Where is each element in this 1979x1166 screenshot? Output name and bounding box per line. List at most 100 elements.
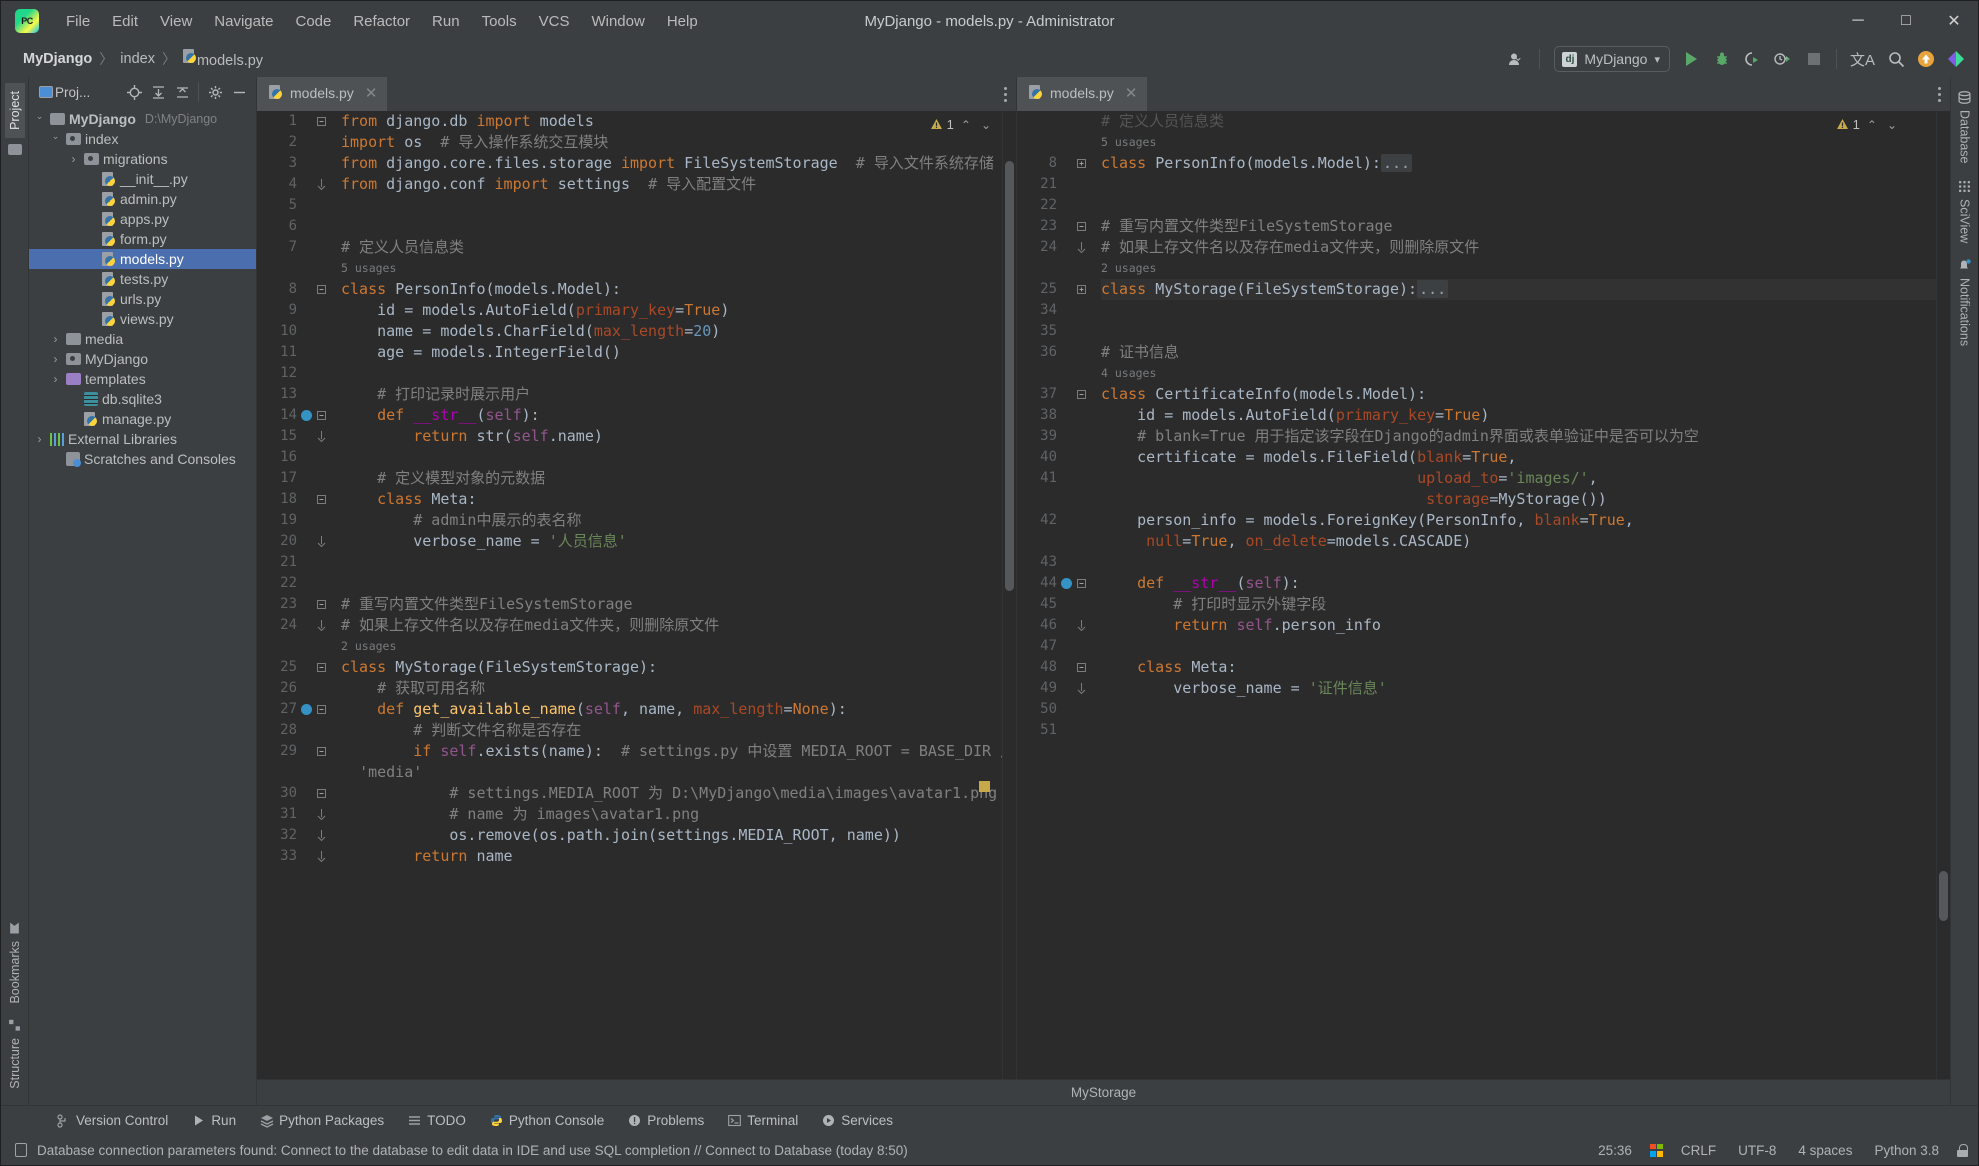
fold-marker-icon[interactable]: [316, 411, 327, 420]
fold-marker-icon[interactable]: [316, 431, 327, 442]
fold-marker-icon[interactable]: [316, 789, 327, 798]
menu-navigate[interactable]: Navigate: [203, 9, 284, 34]
tree-toggle-open-icon[interactable]: [33, 114, 46, 125]
scrollbar-thumb-right[interactable]: [1939, 871, 1948, 921]
fold-marker-icon[interactable]: [316, 536, 327, 547]
tool-window-terminal[interactable]: Terminal: [716, 1110, 810, 1131]
status-message[interactable]: Database connection parameters found: Co…: [37, 1143, 908, 1158]
breakpoint-icon[interactable]: [1061, 578, 1072, 589]
line-number[interactable]: 16: [257, 447, 335, 468]
line-number[interactable]: 19: [257, 510, 335, 531]
line-number[interactable]: 28: [257, 720, 335, 741]
tool-window-version-control[interactable]: Version Control: [45, 1110, 180, 1131]
hide-panel-icon[interactable]: [228, 81, 250, 103]
line-number[interactable]: 51: [1017, 720, 1095, 741]
line-number[interactable]: 21: [257, 552, 335, 573]
close-tab-icon[interactable]: ✕: [365, 84, 378, 102]
line-number[interactable]: 20: [257, 531, 335, 552]
menu-tools[interactable]: Tools: [471, 9, 528, 34]
fold-marker-icon[interactable]: [1076, 159, 1087, 168]
menu-view[interactable]: View: [149, 9, 203, 34]
line-number[interactable]: 8: [257, 279, 335, 300]
line-number[interactable]: 18: [257, 489, 335, 510]
code-viewport-right[interactable]: 8 21 22 23 24 25 34 35 36 37 38 39 40 41 42 43 44 45 46 47 4…: [1017, 111, 1950, 1079]
stop-button[interactable]: [1800, 45, 1828, 73]
line-number[interactable]: 33: [257, 846, 335, 867]
rail-tab-notifications[interactable]: Notifications: [1955, 251, 1975, 354]
usages-gutter-row[interactable]: [1017, 363, 1095, 384]
rail-tab-sciview[interactable]: SciView: [1955, 172, 1975, 251]
fold-marker-icon[interactable]: [1076, 242, 1087, 253]
usages-gutter-row[interactable]: [1017, 132, 1095, 153]
prev-problem-icon[interactable]: ⌃: [1864, 118, 1880, 132]
tree-item-views-py[interactable]: views.py: [29, 309, 256, 329]
line-number-gutter-left[interactable]: 1 2 3 4 5 6 7 8 9 10 11 12 13 14 15 16 17 18 19 20 21 22 23 24 2…: [257, 111, 335, 1079]
fold-marker-icon[interactable]: [1076, 285, 1087, 294]
fold-marker-icon[interactable]: [316, 705, 327, 714]
fold-marker-icon[interactable]: [316, 495, 327, 504]
fold-marker-icon[interactable]: [316, 851, 327, 862]
tree-toggle-open-icon[interactable]: [49, 134, 62, 145]
tree-item--init-py[interactable]: __init__.py: [29, 169, 256, 189]
indent-setting[interactable]: 4 spaces: [1794, 1141, 1856, 1160]
line-number[interactable]: 31: [257, 804, 335, 825]
code-content-left[interactable]: from django.db import models import os # …: [335, 111, 1016, 1079]
code-content-right[interactable]: # 定义人员信息类 5 usages class PersonInfo(models…: [1095, 111, 1950, 1079]
inspection-strip-right[interactable]: [1936, 111, 1950, 1079]
tree-item-index[interactable]: index: [29, 129, 256, 149]
fold-marker-icon[interactable]: [1076, 663, 1087, 672]
editor-tab-models-right[interactable]: models.py ✕: [1017, 77, 1148, 111]
line-number[interactable]: [1017, 489, 1095, 510]
line-separator[interactable]: CRLF: [1677, 1141, 1720, 1160]
collapse-all-icon[interactable]: [171, 81, 193, 103]
rail-tab-project[interactable]: Project: [4, 83, 25, 138]
line-number[interactable]: 2: [257, 132, 335, 153]
user-profile-icon[interactable]: [1503, 45, 1531, 73]
update-icon[interactable]: [1912, 45, 1940, 73]
line-number[interactable]: 24: [257, 615, 335, 636]
tree-toggle-closed-icon[interactable]: [33, 432, 46, 446]
rail-tab-database[interactable]: Database: [1955, 83, 1975, 172]
tree-toggle-closed-icon[interactable]: [49, 332, 62, 346]
tool-window-python-console[interactable]: Python Console: [478, 1110, 616, 1131]
tree-toggle-closed-icon[interactable]: [67, 152, 80, 166]
tree-toggle-closed-icon[interactable]: [49, 372, 62, 386]
tool-window-services[interactable]: Services: [810, 1110, 905, 1131]
line-number[interactable]: 32: [257, 825, 335, 846]
breadcrumb-project[interactable]: MyDjango: [19, 49, 96, 69]
prev-problem-icon[interactable]: ⌃: [958, 118, 974, 132]
line-number[interactable]: 12: [257, 363, 335, 384]
line-number[interactable]: 23: [1017, 216, 1095, 237]
translate-icon[interactable]: 文A: [1845, 45, 1880, 73]
search-icon[interactable]: [1882, 45, 1910, 73]
locate-icon[interactable]: [123, 81, 145, 103]
line-number[interactable]: [1017, 531, 1095, 552]
fold-marker-icon[interactable]: [316, 620, 327, 631]
tree-item-tests-py[interactable]: tests.py: [29, 269, 256, 289]
line-number[interactable]: 42: [1017, 510, 1095, 531]
line-number[interactable]: 27: [257, 699, 335, 720]
line-number[interactable]: 47: [1017, 636, 1095, 657]
line-number[interactable]: 30: [257, 783, 335, 804]
line-number[interactable]: 6: [257, 216, 335, 237]
line-number[interactable]: 36: [1017, 342, 1095, 363]
menu-run[interactable]: Run: [421, 9, 471, 34]
fold-marker-icon[interactable]: [316, 179, 327, 190]
line-number[interactable]: 23: [257, 594, 335, 615]
tree-item-manage-py[interactable]: manage.py: [29, 409, 256, 429]
tree-item-urls-py[interactable]: urls.py: [29, 289, 256, 309]
line-number[interactable]: 17: [257, 468, 335, 489]
line-number[interactable]: 35: [1017, 321, 1095, 342]
warning-indicator-right[interactable]: 1 ⌃ ⌄: [1836, 117, 1900, 132]
line-number[interactable]: 3: [257, 153, 335, 174]
tree-item-db-sqlite3[interactable]: db.sqlite3: [29, 389, 256, 409]
code-viewport-left[interactable]: 1 2 3 4 5 6 7 8 9 10 11 12 13 14 15 16 17 18 19 20 21 22 23 24 2…: [257, 111, 1016, 1079]
line-number[interactable]: 8: [1017, 153, 1095, 174]
tool-window-todo[interactable]: TODO: [396, 1110, 478, 1131]
windows-icon[interactable]: [1649, 1143, 1663, 1157]
fold-marker-icon[interactable]: [316, 663, 327, 672]
scrollbar-thumb-left[interactable]: [1005, 161, 1014, 591]
tree-item-mydjango[interactable]: MyDjango: [29, 349, 256, 369]
line-number[interactable]: [257, 762, 335, 783]
caret-position[interactable]: 25:36: [1594, 1141, 1636, 1160]
